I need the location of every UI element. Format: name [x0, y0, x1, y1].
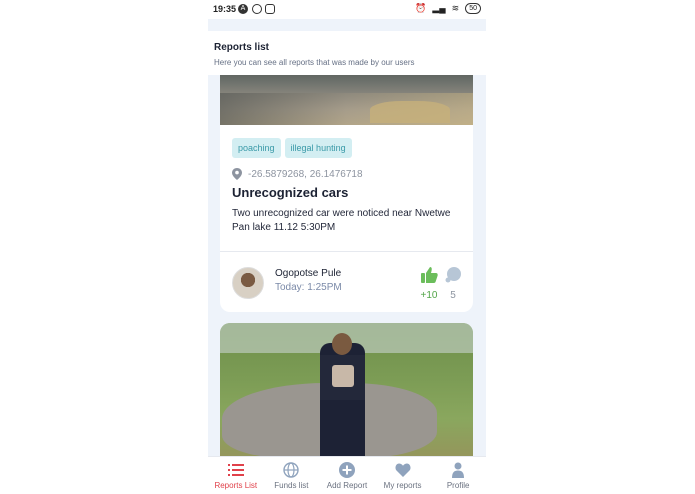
- like-button[interactable]: +10: [420, 267, 438, 301]
- nav-funds-list[interactable]: Funds list: [264, 457, 320, 494]
- status-time: 19:35: [213, 4, 237, 14]
- nav-profile[interactable]: Profile: [430, 457, 486, 494]
- report-photo[interactable]: [220, 323, 473, 456]
- report-description: Two unrecognized car were noticed near N…: [232, 208, 451, 233]
- reports-list[interactable]: poaching illegal hunting -26.5879268, 26…: [208, 75, 486, 456]
- page-title: Reports list: [214, 42, 270, 53]
- comments-count: 5: [450, 290, 456, 301]
- nav-label: Reports List: [214, 481, 258, 490]
- comments-button[interactable]: 5: [444, 267, 462, 301]
- nav-label: Profile: [446, 481, 470, 490]
- report-card[interactable]: poaching illegal hunting -26.5879268, 26…: [220, 75, 473, 312]
- location-pin-icon: [232, 168, 242, 180]
- comment-bubble-icon: [445, 267, 461, 283]
- alarm-icon: ⏰: [415, 3, 427, 13]
- report-author: Ogopotse Pule: [275, 268, 342, 279]
- whatsapp-icon: [252, 4, 262, 14]
- divider: [220, 251, 473, 252]
- list-icon: [227, 464, 244, 476]
- report-coordinates: -26.5879268, 26.1476718: [248, 168, 363, 180]
- nav-label: Add Report: [326, 481, 368, 490]
- page-subtitle: Here you can see all reports that was ma…: [214, 58, 415, 67]
- phone-screen: 19:35 A ⏰ ▂▄ ≋ 50 Reports list Here you …: [208, 0, 486, 494]
- nav-label: My reports: [383, 481, 422, 490]
- battery-icon: 50: [465, 3, 481, 14]
- likes-count: +10: [420, 290, 438, 301]
- report-location: -26.5879268, 26.1476718: [232, 168, 363, 180]
- app-notification-icon: A: [238, 4, 248, 14]
- plus-circle-icon: [338, 462, 355, 478]
- top-band: [208, 19, 486, 31]
- bottom-nav: Reports List Funds list Add Report My re…: [208, 456, 486, 494]
- report-card[interactable]: [220, 323, 473, 456]
- report-title: Unrecognized cars: [232, 185, 349, 200]
- tag-illegal-hunting[interactable]: illegal hunting: [284, 138, 352, 158]
- person-icon: [452, 462, 465, 478]
- nav-label: Funds list: [274, 481, 309, 490]
- wifi-icon: ≋: [451, 3, 460, 13]
- report-tags: poaching illegal hunting: [232, 138, 352, 158]
- report-photo[interactable]: [220, 75, 473, 125]
- status-bar: 19:35 A ⏰ ▂▄ ≋ 50: [208, 0, 486, 20]
- avatar[interactable]: [232, 267, 264, 299]
- status-right: ⏰ ▂▄ ≋ 50: [415, 3, 481, 14]
- nav-my-reports[interactable]: My reports: [375, 457, 431, 494]
- nav-reports-list[interactable]: Reports List: [208, 457, 264, 494]
- page-header: Reports list Here you can see all report…: [208, 31, 486, 75]
- tag-poaching[interactable]: poaching: [232, 138, 281, 158]
- globe-icon: [283, 462, 300, 478]
- signal-icon: ▂▄: [432, 3, 446, 13]
- instagram-icon: [265, 4, 275, 14]
- thumbs-up-icon: [420, 267, 438, 283]
- nav-add-report[interactable]: Add Report: [319, 457, 375, 494]
- report-time: Today: 1:25PM: [275, 282, 342, 293]
- heart-icon: [395, 463, 411, 477]
